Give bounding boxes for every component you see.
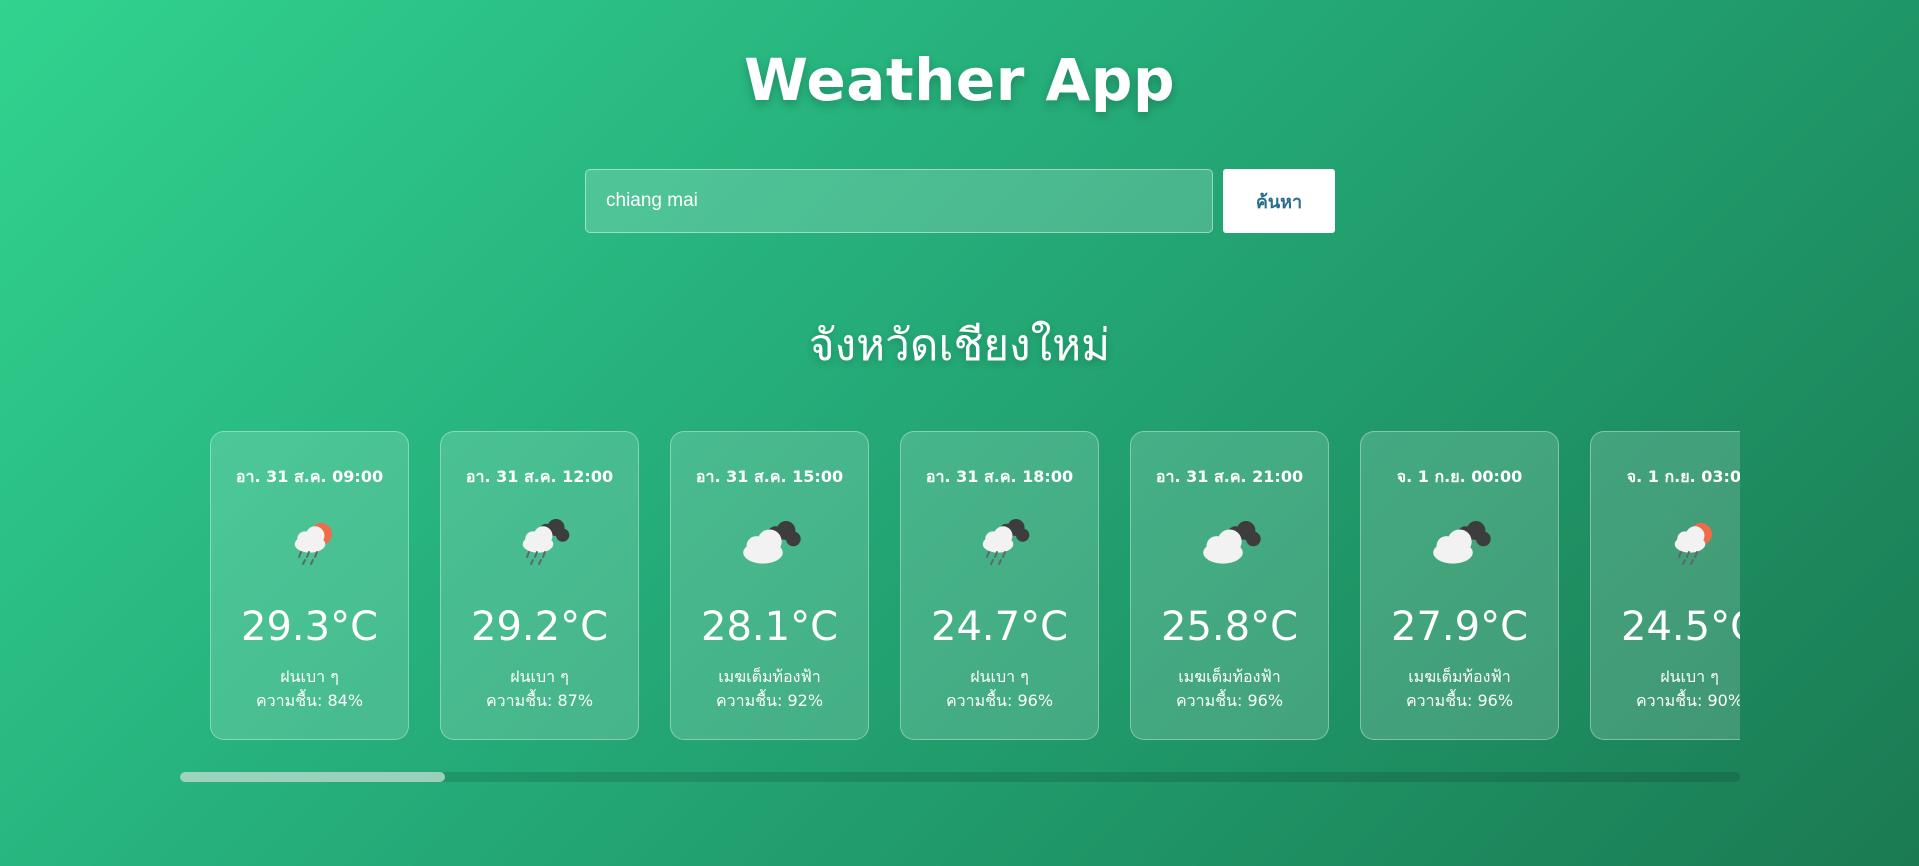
forecast-track: อา. 31 ส.ค. 09:00 29.3°C ฝนเบา ๆ ความชื้… (210, 431, 1740, 740)
city-name: จังหวัดเชียงใหม่ (808, 320, 1111, 371)
forecast-temperature: 24.5°C (1621, 604, 1740, 650)
rain-sun-icon (275, 512, 345, 572)
forecast-humidity: ความชื้น: 90% (1635, 691, 1740, 710)
forecast-card: อา. 31 ส.ค. 18:00 24.7°C ฝนเบา ๆ ความชื้… (900, 431, 1099, 740)
forecast-description: เมฆเต็มท้องฟ้า (718, 667, 821, 686)
forecast-humidity: ความชื้น: 96% (945, 691, 1054, 710)
forecast-time: อา. 31 ส.ค. 12:00 (465, 467, 614, 486)
app-title: Weather App (744, 46, 1175, 114)
overcast-clouds-icon (735, 512, 805, 572)
overcast-clouds-icon (1195, 512, 1265, 572)
search-bar: ค้นหา (585, 169, 1335, 233)
rain-sun-icon (1655, 512, 1725, 572)
overcast-clouds-icon (1425, 512, 1495, 572)
search-button[interactable]: ค้นหา (1223, 169, 1335, 233)
forecast-time: จ. 1 ก.ย. 00:00 (1396, 467, 1523, 486)
forecast-card: จ. 1 ก.ย. 03:00 24.5°C ฝนเบา ๆ ความชื้น:… (1590, 431, 1740, 740)
rain-dark-cloud-icon (965, 512, 1035, 572)
forecast-time: อา. 31 ส.ค. 21:00 (1155, 467, 1304, 486)
forecast-scrollbar-thumb[interactable] (180, 772, 445, 782)
rain-dark-cloud-icon (505, 512, 575, 572)
forecast-humidity: ความชื้น: 92% (715, 691, 824, 710)
forecast-description: ฝนเบา ๆ (510, 667, 569, 686)
forecast-description: ฝนเบา ๆ (280, 667, 339, 686)
forecast-description: ฝนเบา ๆ (1660, 667, 1719, 686)
forecast-carousel[interactable]: อา. 31 ส.ค. 09:00 29.3°C ฝนเบา ๆ ความชื้… (210, 431, 1740, 741)
forecast-description: เมฆเต็มท้องฟ้า (1408, 667, 1511, 686)
forecast-temperature: 29.2°C (471, 604, 608, 650)
forecast-temperature: 27.9°C (1391, 604, 1528, 650)
forecast-card: อา. 31 ส.ค. 09:00 29.3°C ฝนเบา ๆ ความชื้… (210, 431, 409, 740)
forecast-humidity: ความชื้น: 96% (1175, 691, 1284, 710)
forecast-temperature: 28.1°C (701, 604, 838, 650)
forecast-temperature: 29.3°C (241, 604, 378, 650)
forecast-time: อา. 31 ส.ค. 18:00 (925, 467, 1074, 486)
forecast-temperature: 24.7°C (931, 604, 1068, 650)
forecast-card: อา. 31 ส.ค. 15:00 28.1°C เมฆเต็มท้องฟ้า … (670, 431, 869, 740)
forecast-time: อา. 31 ส.ค. 09:00 (235, 467, 384, 486)
forecast-description: เมฆเต็มท้องฟ้า (1178, 667, 1281, 686)
forecast-humidity: ความชื้น: 96% (1405, 691, 1514, 710)
forecast-card: อา. 31 ส.ค. 12:00 29.2°C ฝนเบา ๆ ความชื้… (440, 431, 639, 740)
forecast-humidity: ความชื้น: 87% (485, 691, 594, 710)
forecast-time: อา. 31 ส.ค. 15:00 (695, 467, 844, 486)
forecast-temperature: 25.8°C (1161, 604, 1298, 650)
forecast-time: จ. 1 ก.ย. 03:00 (1626, 467, 1740, 486)
forecast-description: ฝนเบา ๆ (970, 667, 1029, 686)
forecast-scrollbar[interactable] (180, 772, 1740, 782)
forecast-humidity: ความชื้น: 84% (255, 691, 364, 710)
forecast-card: อา. 31 ส.ค. 21:00 25.8°C เมฆเต็มท้องฟ้า … (1130, 431, 1329, 740)
forecast-card: จ. 1 ก.ย. 00:00 27.9°C เมฆเต็มท้องฟ้า คว… (1360, 431, 1559, 740)
city-search-input[interactable] (585, 169, 1213, 233)
